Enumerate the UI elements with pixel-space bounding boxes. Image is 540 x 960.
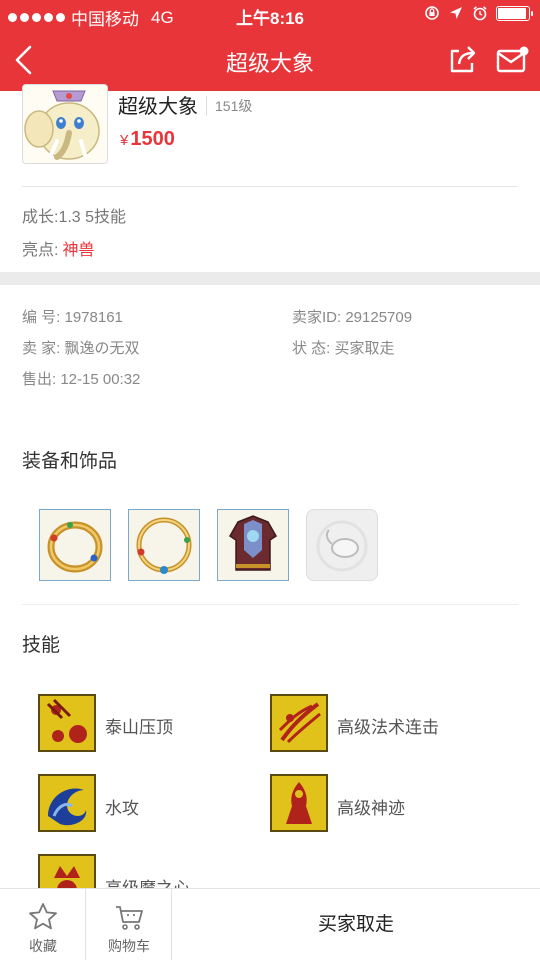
- location-icon: [450, 7, 462, 19]
- skill-name: 水攻: [105, 799, 139, 818]
- equipment-title: 装备和饰品: [22, 451, 118, 472]
- skill-name: 高级神迹: [337, 799, 405, 818]
- equipment-slot-necklace[interactable]: [128, 509, 200, 581]
- alarm-icon: [473, 6, 487, 21]
- pet-avatar: [22, 84, 108, 164]
- skills-title: 技能: [22, 635, 61, 656]
- pet-growth: 成长:1.3 5技能: [22, 209, 127, 226]
- divider: [22, 604, 518, 605]
- favorite-label: 收藏: [29, 938, 57, 954]
- skill-icon-miracle[interactable]: [270, 774, 328, 832]
- elephant-icon: [23, 85, 107, 163]
- trade-status-banner: 买家取走: [317, 914, 394, 935]
- currency-symbol: ¥: [120, 132, 129, 149]
- section-separator: [0, 272, 540, 285]
- top-bar: 中国移动 4G 上午8:16 超级大象: [0, 0, 540, 91]
- nav-bar: 超级大象: [0, 30, 540, 91]
- cart-label: 购物车: [108, 938, 150, 954]
- pet-level: 151级: [206, 96, 252, 116]
- rotation-lock-icon: [425, 6, 439, 20]
- pet-price: ¥1500: [120, 128, 175, 151]
- status-bar: 中国移动 4G 上午8:16: [0, 0, 540, 30]
- favorite-button[interactable]: 收藏: [0, 889, 86, 960]
- pet-highlight: 亮点: 神兽: [22, 236, 94, 260]
- bottom-bar: 收藏 购物车 买家取走: [0, 888, 540, 960]
- ring-icon: [47, 521, 103, 573]
- highlight-value: 神兽: [62, 242, 95, 259]
- share-icon[interactable]: [448, 44, 478, 74]
- item-id: 编 号: 1978161: [22, 309, 123, 326]
- equipment-slot-ring[interactable]: [39, 509, 111, 581]
- price-value: 1500: [130, 128, 175, 150]
- sold-time: 售出: 12-15 00:32: [22, 371, 141, 388]
- cart-button[interactable]: 购物车: [86, 889, 172, 960]
- necklace-icon: [136, 517, 192, 574]
- skill-icon-taishan[interactable]: [38, 694, 96, 752]
- empty-slot-icon: [316, 520, 368, 572]
- trade-status: 状 态: 买家取走: [292, 340, 395, 357]
- equipment-slot-empty[interactable]: [306, 509, 378, 581]
- skill-name: 高级法术连击: [337, 718, 439, 737]
- seller-id: 卖家ID: 29125709: [292, 309, 413, 326]
- mail-icon[interactable]: [496, 45, 530, 73]
- skill-icon-water[interactable]: [38, 774, 96, 832]
- divider: [22, 186, 518, 187]
- cart-icon: [116, 906, 143, 930]
- skill-name: 泰山压顶: [105, 718, 173, 737]
- pet-name: 超级大象: [118, 96, 198, 118]
- highlight-label: 亮点:: [22, 242, 59, 259]
- armor-icon: [229, 515, 277, 571]
- battery-icon: [496, 5, 533, 21]
- seller-name: 卖 家: 飘逸の无双: [22, 340, 140, 357]
- equipment-slot-armor[interactable]: [217, 509, 289, 581]
- star-icon: [29, 903, 57, 930]
- skill-icon-spell-combo[interactable]: [270, 694, 328, 752]
